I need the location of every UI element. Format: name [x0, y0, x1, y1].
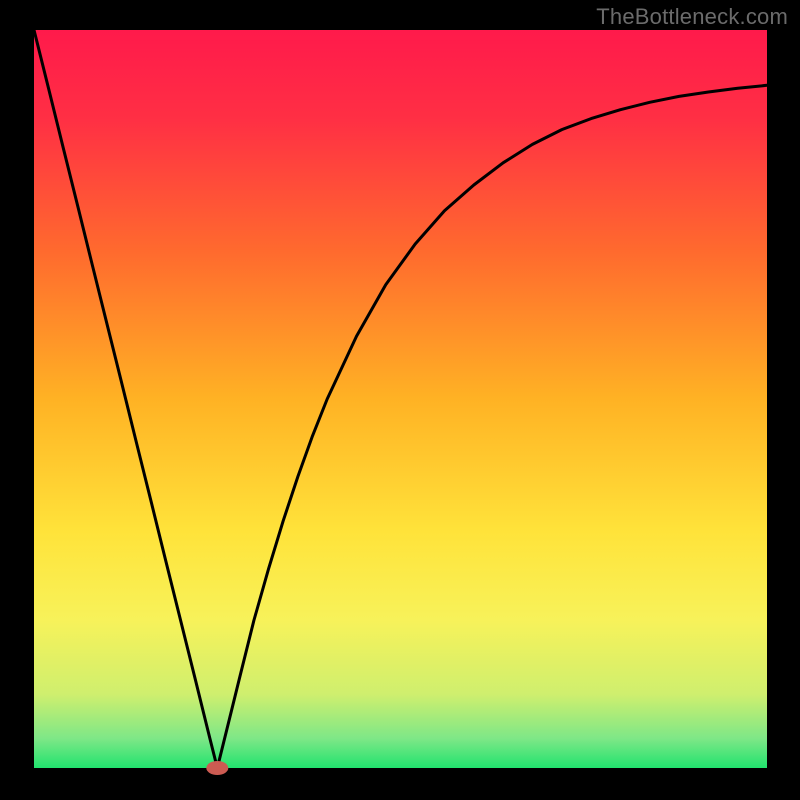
bottleneck-chart [0, 0, 800, 800]
watermark-label: TheBottleneck.com [596, 4, 788, 30]
optimal-point-marker [206, 761, 228, 775]
gradient-backdrop [34, 30, 767, 768]
chart-frame: TheBottleneck.com [0, 0, 800, 800]
